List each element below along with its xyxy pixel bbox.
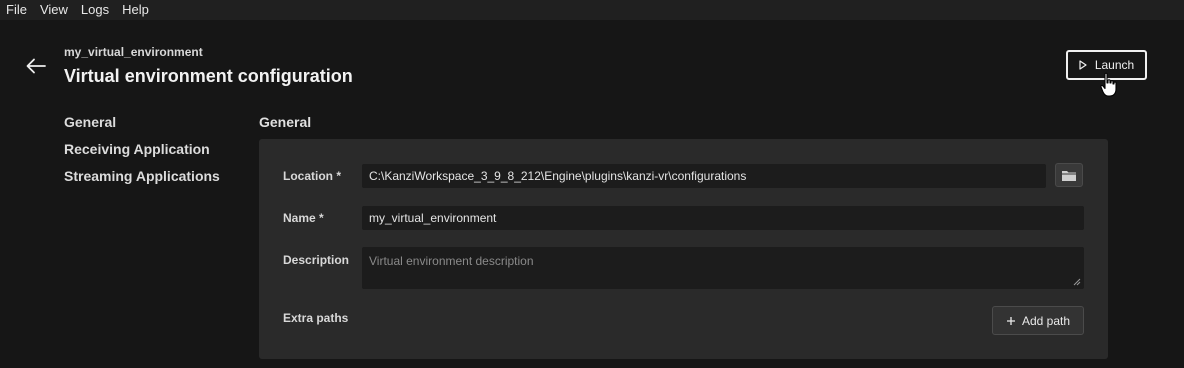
add-path-label: Add path bbox=[1021, 313, 1071, 328]
name-field[interactable]: my_virtual_environment bbox=[362, 206, 1084, 230]
menu-bar: File View Logs Help bbox=[0, 0, 1184, 20]
play-triangle-icon bbox=[1079, 60, 1087, 70]
menu-help[interactable]: Help bbox=[116, 0, 156, 20]
menu-view[interactable]: View bbox=[34, 0, 75, 20]
extra-paths-label: Extra paths bbox=[283, 311, 349, 325]
nav-item-streaming-applications[interactable]: Streaming Applications bbox=[64, 168, 220, 195]
hand-cursor-icon bbox=[1100, 72, 1117, 97]
folder-icon bbox=[1062, 170, 1076, 181]
browse-folder-button[interactable] bbox=[1055, 163, 1083, 187]
description-label: Description bbox=[283, 253, 350, 267]
back-button[interactable] bbox=[24, 54, 48, 78]
resize-grip-icon[interactable] bbox=[1073, 278, 1081, 286]
settings-nav: General Receiving Application Streaming … bbox=[64, 114, 220, 195]
section-title: General bbox=[259, 114, 312, 130]
launch-label: Launch bbox=[1094, 58, 1135, 72]
page-title: Virtual environment configuration bbox=[64, 66, 353, 86]
plus-icon bbox=[1006, 316, 1015, 325]
nav-item-receiving-application[interactable]: Receiving Application bbox=[64, 141, 220, 168]
description-textarea[interactable]: Virtual environment description bbox=[362, 247, 1084, 289]
name-label: Name * bbox=[283, 211, 324, 225]
environment-name: my_virtual_environment bbox=[64, 45, 203, 59]
location-field[interactable]: C:\KanziWorkspace_3_9_8_212\Engine\plugi… bbox=[362, 164, 1046, 188]
menu-file[interactable]: File bbox=[0, 0, 34, 20]
location-label: Location * bbox=[283, 169, 342, 183]
nav-item-general[interactable]: General bbox=[64, 114, 220, 141]
menu-logs[interactable]: Logs bbox=[75, 0, 116, 20]
general-panel: Location * C:\KanziWorkspace_3_9_8_212\E… bbox=[259, 139, 1108, 359]
add-path-button[interactable]: Add path bbox=[992, 306, 1084, 335]
description-placeholder: Virtual environment description bbox=[369, 254, 534, 268]
arrow-left-icon bbox=[26, 58, 46, 74]
